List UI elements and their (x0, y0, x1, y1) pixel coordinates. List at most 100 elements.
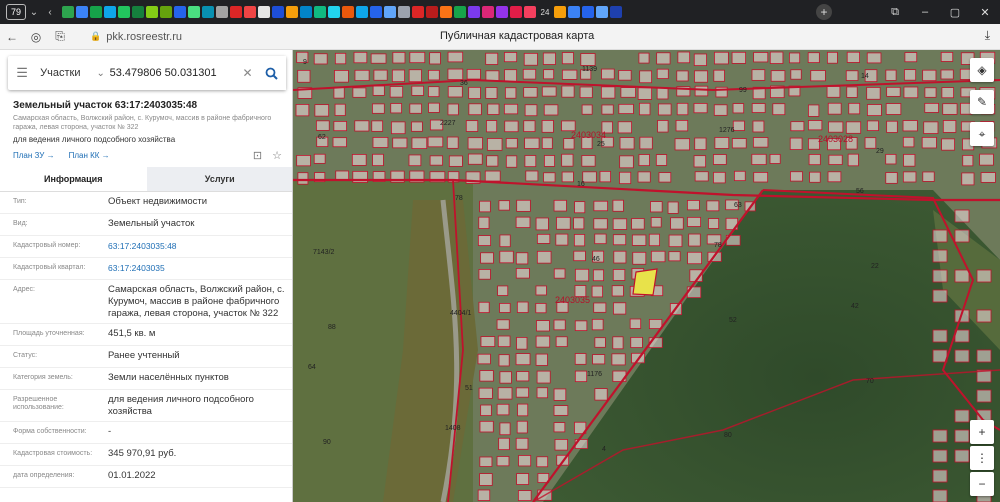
pinned-tab-icon[interactable] (188, 6, 200, 18)
menu-icon[interactable]: ☰ (8, 65, 36, 81)
pinned-tab-icon[interactable] (370, 6, 382, 18)
attribute-value[interactable]: 63:17:2403035:48 (108, 239, 288, 252)
parcel-outline (553, 319, 566, 331)
clear-icon[interactable]: ✕ (239, 66, 256, 80)
pinned-tab-icon[interactable] (104, 6, 116, 18)
parcel-outline (790, 171, 803, 182)
pinned-tab-icon[interactable] (258, 6, 270, 18)
cadastral-map[interactable]: 2403034 2403028 2403035 9 2227 16 78 42 64 1408 11… (293, 50, 1000, 502)
parcel-outline (561, 52, 574, 65)
pinned-tab-icon[interactable] (314, 6, 326, 18)
pinned-tab-icon[interactable] (510, 6, 522, 18)
parcel-outline (553, 199, 567, 212)
pinned-tab-icon[interactable] (398, 6, 410, 18)
pinned-tab-icon[interactable] (568, 6, 580, 18)
pinned-tab-icon[interactable] (328, 6, 340, 18)
pinned-tab-icon[interactable] (596, 6, 608, 18)
layers-button[interactable]: ◈ (970, 58, 994, 82)
profile-icon[interactable]: ◎ (24, 30, 48, 44)
category-select[interactable]: Участки (40, 67, 96, 79)
ruler-button[interactable]: ✎ (970, 90, 994, 114)
tab-search-icon[interactable]: ⧉ (880, 6, 910, 19)
scroll-tabs-left-icon[interactable]: ‹ (42, 7, 58, 18)
attribute-value[interactable]: 63:17:2403035 (108, 261, 288, 274)
parcel-outline (932, 229, 948, 243)
pinned-tab-icon[interactable] (160, 6, 172, 18)
search-input[interactable]: 53.479806 50.031301 (110, 67, 240, 79)
minimize-icon[interactable]: – (910, 6, 940, 18)
parcel-number-label: 99 (739, 87, 747, 94)
plan-kk-link[interactable]: План КК → (69, 151, 110, 160)
pinned-tab-label[interactable]: 24 (538, 8, 552, 17)
pinned-tab-icon[interactable] (90, 6, 102, 18)
parcel-outline (954, 209, 970, 223)
pinned-tab-icon[interactable] (610, 6, 622, 18)
search-button[interactable] (255, 56, 287, 90)
more-options-button[interactable]: ⋮ (970, 446, 994, 470)
pinned-tab-icon[interactable] (174, 6, 186, 18)
pinned-tab-icon[interactable] (524, 6, 536, 18)
pinned-tab-icon[interactable] (482, 6, 494, 18)
tab-count-badge[interactable]: 79 (6, 4, 26, 20)
parcel-outline (810, 70, 826, 82)
favorite-star-icon[interactable]: ☆ (272, 149, 282, 162)
maximize-icon[interactable]: ▢ (940, 6, 970, 19)
chevron-down-icon[interactable]: ⌄ (96, 68, 109, 79)
download-icon[interactable]: ⤓ (985, 28, 990, 43)
pinned-tab-icon[interactable] (342, 6, 354, 18)
pinned-tab-icon[interactable] (356, 6, 368, 18)
parcel-outline (354, 120, 370, 132)
pinned-tab-icon[interactable] (426, 6, 438, 18)
bookmarks-icon[interactable]: ⎘ (48, 29, 72, 44)
map-canvas[interactable]: 2403034 2403028 2403035 9 2227 16 78 42 64 1408 11… (293, 50, 1000, 502)
pinned-tab-icon[interactable] (76, 6, 88, 18)
parcel-number-label: 51 (465, 385, 473, 392)
parcel-outline (535, 303, 547, 314)
tab-information[interactable]: Информация (0, 167, 147, 191)
pinned-tab-icon[interactable] (272, 6, 284, 18)
pinned-tab-icon[interactable] (62, 6, 74, 18)
tab-list-chevron-icon[interactable]: ⌄ (26, 7, 42, 18)
parcel-outline (753, 52, 769, 63)
url-field[interactable]: 🔒 pkk.rosreestr.ru (90, 31, 182, 43)
plan-zu-link[interactable]: План ЗУ → (13, 151, 55, 160)
parcel-outline (732, 103, 745, 114)
parcel-outline (487, 103, 500, 115)
locate-button[interactable]: ⌖ (970, 122, 994, 146)
pinned-tab-icon[interactable] (216, 6, 228, 18)
parcel-outline (867, 104, 882, 117)
zoom-in-button[interactable]: + (970, 420, 994, 444)
pinned-tab-icon[interactable] (244, 6, 256, 18)
pinned-tab-icon[interactable] (384, 6, 396, 18)
pinned-tab-icon[interactable] (230, 6, 242, 18)
pinned-tab-icon[interactable] (118, 6, 130, 18)
pinned-tab-icon[interactable] (468, 6, 480, 18)
pinned-tab-icon[interactable] (440, 6, 452, 18)
parcel-outline (976, 349, 992, 363)
pinned-tab-icon[interactable] (454, 6, 466, 18)
pinned-tab-icon[interactable] (146, 6, 158, 18)
pinned-tab-icon[interactable] (496, 6, 508, 18)
pinned-tab-icon[interactable] (582, 6, 594, 18)
parcel-number-label: 2227 (440, 120, 456, 127)
pinned-tab-icon[interactable] (412, 6, 424, 18)
parcel-outline (315, 120, 330, 131)
pinned-tab-icon[interactable] (300, 6, 312, 18)
pinned-tab-icon[interactable] (202, 6, 214, 18)
parcel-outline (498, 200, 510, 211)
pinned-tab-icon[interactable] (554, 6, 566, 18)
zoom-out-button[interactable]: − (970, 472, 994, 496)
pinned-tab-icon[interactable] (132, 6, 144, 18)
tab-services[interactable]: Услуги (146, 167, 292, 191)
parcel-outline (657, 120, 669, 133)
parcel-outline (706, 200, 720, 212)
parcel-outline (334, 103, 346, 116)
parcel-outline (296, 154, 311, 167)
parcel-outline (866, 87, 881, 100)
parcel-outline (499, 234, 511, 248)
zoom-to-object-icon[interactable]: ⊡ (253, 149, 262, 162)
close-window-icon[interactable]: ✕ (970, 6, 1000, 19)
pinned-tab-icon[interactable] (286, 6, 298, 18)
back-arrow-icon[interactable]: ← (0, 30, 24, 44)
new-tab-button[interactable]: + (816, 4, 832, 20)
